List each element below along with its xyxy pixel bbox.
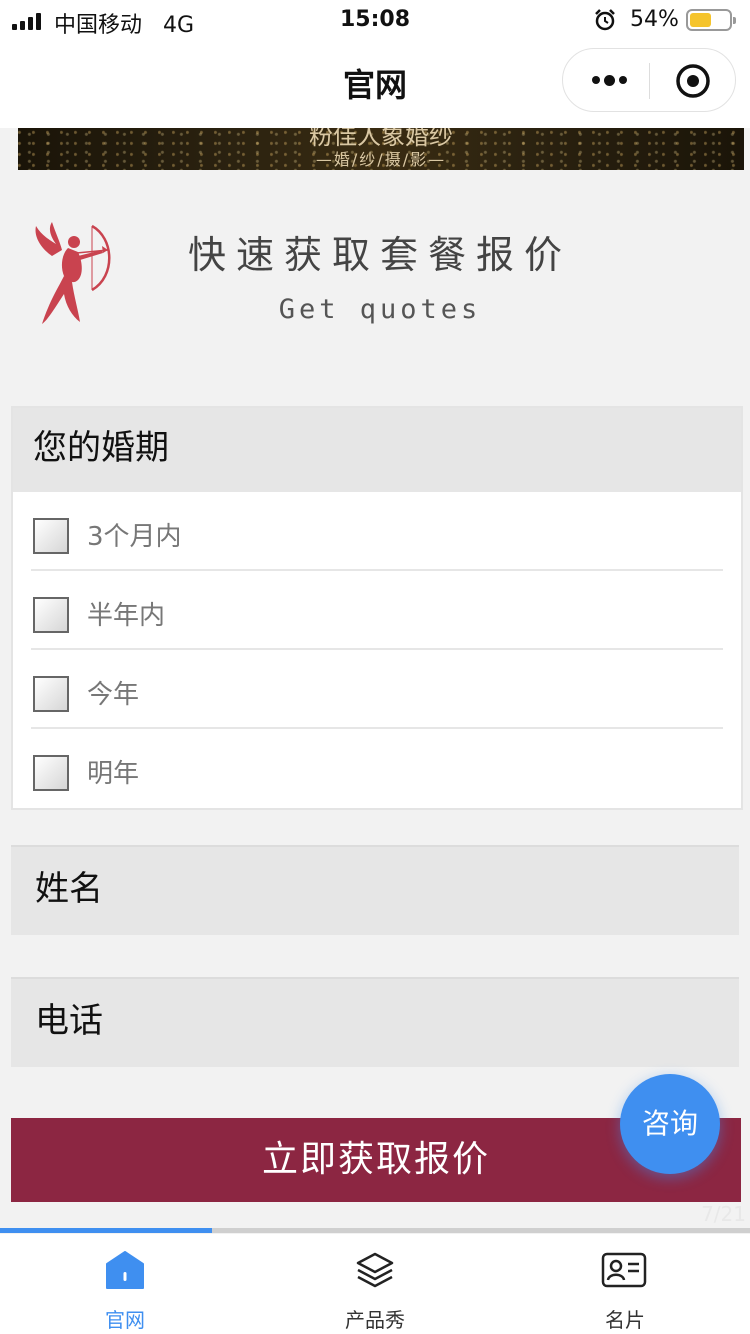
option-3-months[interactable]: 3个月内 <box>31 492 723 571</box>
alarm-icon <box>595 9 615 31</box>
battery-icon <box>686 9 736 31</box>
quote-title: 快速获取套餐报价 <box>187 233 572 277</box>
banner-tagline: —婚/纱/摄/影— <box>315 150 447 169</box>
checkbox[interactable] <box>33 597 69 633</box>
page-progress-fill <box>0 1228 213 1233</box>
banner-image: 粉佳人象婚纱 —婚/纱/摄/影— <box>18 128 744 170</box>
option-label: 明年 <box>87 759 140 789</box>
page-progress-bar <box>0 1228 750 1233</box>
layers-icon <box>356 1252 394 1288</box>
option-label: 半年内 <box>87 601 166 631</box>
status-bar: 中国移动 4G 15:08 54% <box>0 0 750 40</box>
wedding-date-heading: 您的婚期 <box>13 408 741 492</box>
tab-label: 名片 <box>605 1308 645 1332</box>
option-next-year[interactable]: 明年 <box>31 729 723 808</box>
page-indicator: 7/21 <box>701 1202 746 1226</box>
tab-label: 产品秀 <box>345 1308 405 1332</box>
tab-home[interactable]: 官网 <box>0 1234 250 1334</box>
quote-subtitle: Get quotes <box>278 294 482 325</box>
name-field[interactable]: 姓名 <box>11 845 739 935</box>
option-label: 今年 <box>87 680 140 710</box>
miniprogram-capsule <box>562 48 736 112</box>
tab-products[interactable]: 产品秀 <box>250 1234 500 1334</box>
nav-bar: 官网 <box>0 40 750 128</box>
battery-percentage: 54% <box>630 7 679 32</box>
cupid-archer-icon <box>35 222 111 324</box>
checkbox[interactable] <box>33 676 69 712</box>
checkbox[interactable] <box>33 755 69 791</box>
tab-label: 官网 <box>105 1308 145 1332</box>
wedding-date-card: 您的婚期 3个月内 半年内 今年 明年 <box>11 406 743 810</box>
tab-bar: 官网 产品秀 名片 <box>0 1234 750 1334</box>
phone-field[interactable]: 电话 <box>11 977 739 1067</box>
target-close-icon[interactable] <box>675 63 711 99</box>
consult-button[interactable]: 咨询 <box>620 1074 720 1174</box>
home-icon <box>106 1251 144 1289</box>
quote-header: 快速获取套餐报价 Get quotes <box>0 200 750 350</box>
option-this-year[interactable]: 今年 <box>31 650 723 729</box>
capsule-divider <box>649 63 650 99</box>
more-dots-icon[interactable] <box>587 65 631 95</box>
tab-card[interactable]: 名片 <box>500 1234 750 1334</box>
id-card-icon <box>601 1252 647 1288</box>
checkbox[interactable] <box>33 518 69 554</box>
option-half-year[interactable]: 半年内 <box>31 571 723 650</box>
option-label: 3个月内 <box>87 522 182 552</box>
